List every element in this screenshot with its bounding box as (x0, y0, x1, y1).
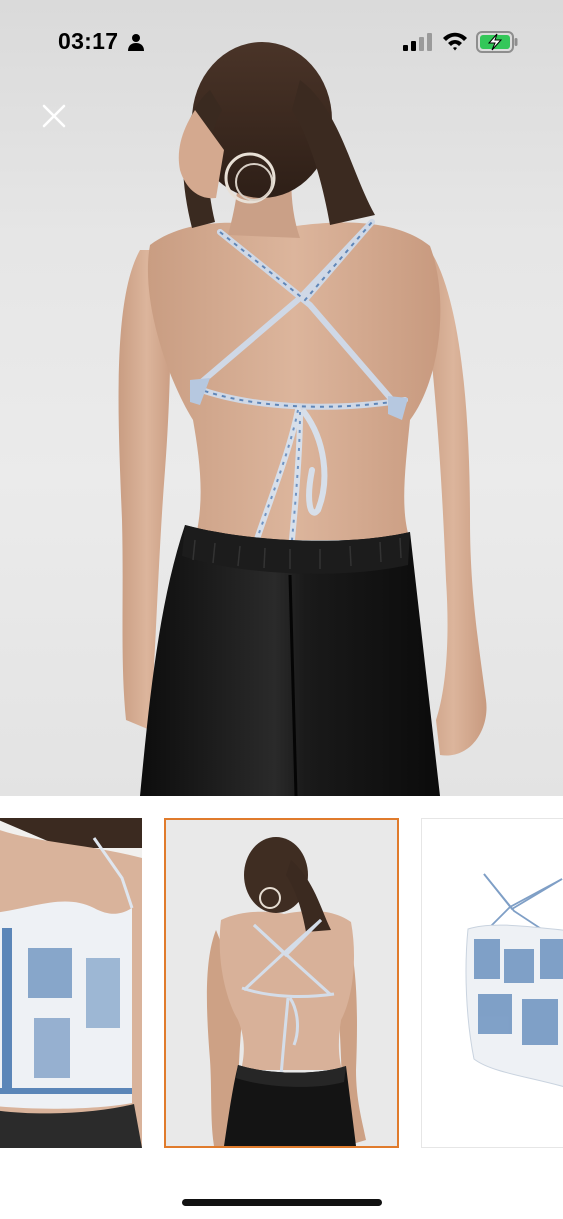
thumbnail-back-view[interactable] (164, 818, 399, 1148)
product-back-view-thumbnail (166, 820, 397, 1146)
wifi-icon (443, 32, 467, 51)
thumbnail-flat-view[interactable] (421, 818, 563, 1148)
product-flat-view-thumbnail (422, 819, 563, 1147)
cellular-signal-icon (403, 33, 432, 51)
thumbnail-strip[interactable] (0, 796, 563, 1168)
model-back-view-illustration (118, 42, 487, 796)
thumbnail-front-view[interactable] (0, 818, 142, 1148)
home-indicator[interactable] (182, 1199, 382, 1206)
close-icon (42, 104, 66, 128)
status-time: 03:17 (58, 28, 119, 54)
status-bar: 03:17 (0, 0, 563, 84)
person-icon (128, 34, 144, 51)
product-main-image[interactable] (0, 0, 563, 796)
close-button[interactable] (38, 100, 70, 132)
battery-charging-icon (476, 31, 518, 53)
product-image-viewer: 03:17 (0, 0, 563, 1219)
product-front-view-thumbnail (0, 818, 142, 1148)
